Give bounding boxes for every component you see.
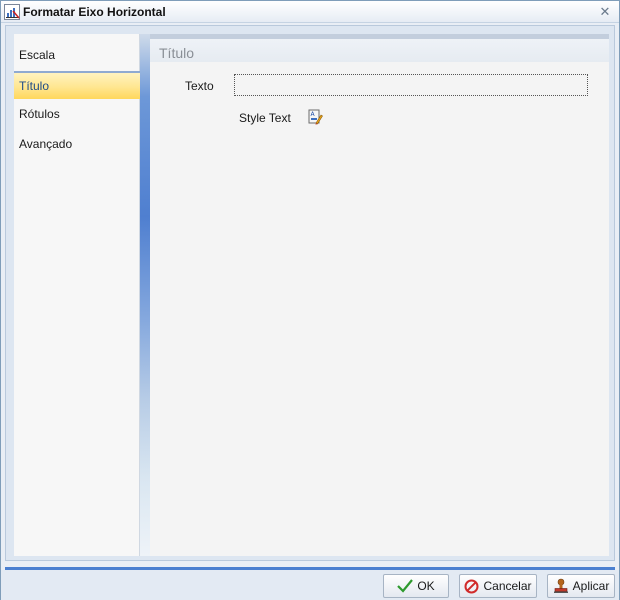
apply-button[interactable]: Aplicar xyxy=(547,574,615,598)
apply-label: Aplicar xyxy=(572,579,610,593)
window-title: Formatar Eixo Horizontal xyxy=(23,5,166,19)
sidebar-item-avancado[interactable]: Avançado xyxy=(14,131,140,159)
section-title: Título xyxy=(159,45,195,61)
content-panel: Título Texto Style Text A xyxy=(150,34,609,556)
section-header xyxy=(150,34,609,62)
apply-stamp-icon xyxy=(553,578,568,593)
sidebar-item-rotulos[interactable]: Rótulos xyxy=(14,101,140,129)
cancel-label: Cancelar xyxy=(483,579,532,593)
ok-button[interactable]: OK xyxy=(383,574,449,598)
titlebar: Formatar Eixo Horizontal ✕ xyxy=(1,1,619,23)
panel-divider xyxy=(140,34,150,556)
button-bar: OK Cancelar Aplicar xyxy=(1,570,619,600)
checkmark-icon xyxy=(397,579,414,593)
style-text-label: Style Text xyxy=(239,111,291,125)
chart-axis-icon xyxy=(4,4,20,20)
ok-label: OK xyxy=(417,579,435,593)
cancel-button[interactable]: Cancelar xyxy=(459,574,537,598)
style-text-icon[interactable]: A xyxy=(307,109,323,125)
title-text-input[interactable] xyxy=(234,74,588,96)
sidebar-item-titulo[interactable]: Título xyxy=(14,71,140,99)
sidebar-item-escala[interactable]: Escala xyxy=(14,42,140,70)
close-icon[interactable]: ✕ xyxy=(597,4,613,20)
cancel-icon xyxy=(464,579,479,593)
dialog-window: Formatar Eixo Horizontal ✕ Escala Título… xyxy=(0,0,620,600)
sidebar-nav: Escala Título Rótulos Avançado xyxy=(14,34,140,556)
dialog-body: Escala Título Rótulos Avançado Título Te… xyxy=(5,25,615,561)
text-field-label: Texto xyxy=(185,79,214,93)
